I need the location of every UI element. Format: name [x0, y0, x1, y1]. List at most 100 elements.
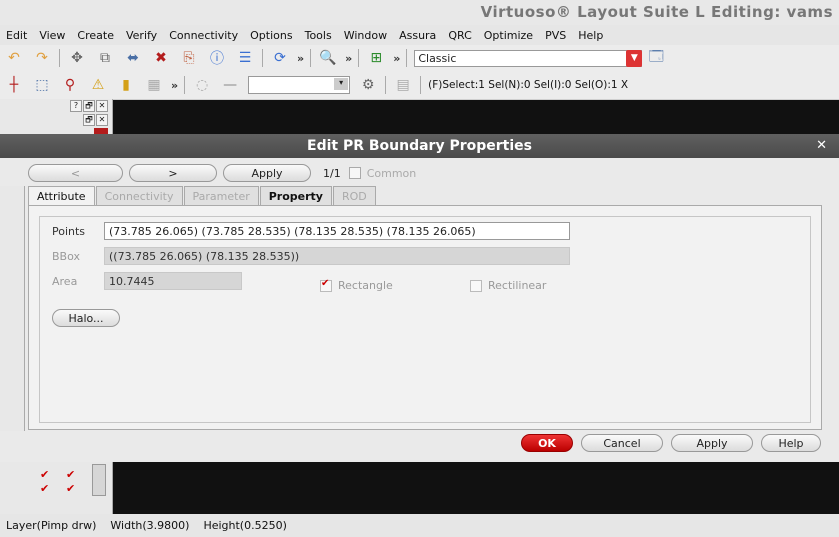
overflow-chevron-icon[interactable]: » [297, 52, 304, 65]
tab-property[interactable]: Property [259, 186, 332, 205]
probe-icon[interactable]: ⚲ [60, 76, 80, 94]
menu-assura[interactable]: Assura [393, 29, 442, 42]
help-button[interactable]: Help [761, 434, 821, 452]
close-icon[interactable]: ✕ [816, 138, 827, 153]
rectangle-label: Rectangle [338, 279, 393, 292]
common-checkbox[interactable] [348, 167, 361, 179]
tab-attribute[interactable]: Attribute [28, 186, 95, 205]
area-label: Area [52, 275, 78, 288]
area-value: 10.7445 [104, 272, 242, 290]
menu-help[interactable]: Help [572, 29, 609, 42]
left-dock-panel: ? 🗗 ✕ 🗗 ✕ [0, 99, 113, 134]
selectable-check-icon[interactable]: ✔ [66, 482, 78, 495]
window-title-bar: Virtuoso® Layout Suite L Editing: vams [0, 0, 839, 25]
warning-icon[interactable]: ⚠ [88, 76, 108, 94]
rename-icon[interactable]: ⎘ [179, 49, 199, 67]
points-field[interactable]: (73.785 26.065) (73.785 28.535) (78.135 … [104, 222, 570, 240]
tab-rod[interactable]: ROD [332, 186, 376, 205]
apply-nav-button[interactable]: Apply [223, 164, 311, 182]
workspace-select[interactable]: Classic ▼ [414, 49, 643, 67]
history-icon[interactable]: ⟳ [270, 49, 290, 67]
add-layer-icon[interactable]: ⊞ [366, 49, 386, 67]
align-icon[interactable]: ☰ [235, 49, 255, 67]
close-icon[interactable]: ✕ [96, 114, 108, 126]
checkbox-checked-icon [320, 278, 332, 292]
grid-view-icon[interactable]: ▤ [393, 76, 413, 94]
layer-search-input[interactable]: ▾ [248, 76, 351, 94]
bbox-label: BBox [52, 250, 80, 263]
info-icon[interactable]: ⓘ [207, 49, 227, 67]
copy-icon[interactable]: ⧉ [95, 49, 115, 67]
dialog-title-bar: Edit PR Boundary Properties ✕ [0, 134, 839, 158]
prev-button[interactable]: < [28, 164, 123, 182]
workspace-icon[interactable]: 🗔 [646, 49, 666, 67]
menu-edit[interactable]: Edit [0, 29, 33, 42]
palette-scrollbar[interactable] [92, 464, 106, 496]
separator [310, 49, 312, 67]
menu-optimize[interactable]: Optimize [478, 29, 539, 42]
dock-header: 🗗 ✕ [0, 113, 112, 127]
tab-connectivity[interactable]: Connectivity [95, 186, 183, 205]
visible-check-icon[interactable]: ✔ [40, 468, 52, 481]
separator [358, 49, 360, 67]
menu-create[interactable]: Create [71, 29, 120, 42]
object-navigation: < > Apply 1/1 Common [28, 164, 416, 182]
attribute-panel: Points (73.785 26.065) (73.785 28.535) (… [28, 205, 822, 430]
apply-button[interactable]: Apply [671, 434, 753, 452]
overflow-chevron-icon[interactable]: » [393, 52, 400, 65]
status-width: Width(3.9800) [110, 519, 190, 532]
separator [262, 49, 263, 67]
gear-icon[interactable]: ⚙ [358, 76, 378, 94]
overflow-chevron-icon[interactable]: » [171, 79, 178, 92]
separator [59, 49, 60, 67]
rectilinear-label: Rectilinear [488, 279, 547, 292]
float-icon[interactable]: 🗗 [83, 100, 95, 112]
cancel-button[interactable]: Cancel [581, 434, 663, 452]
selectable-check-icon[interactable]: ✔ [66, 468, 78, 481]
status-height: Height(0.5250) [203, 519, 287, 532]
snap-icon[interactable]: ◌ [192, 76, 212, 94]
menu-pvs[interactable]: PVS [539, 29, 572, 42]
menu-options[interactable]: Options [244, 29, 298, 42]
marker-icon[interactable]: ▮ [116, 76, 136, 94]
separator [385, 76, 387, 94]
undo-icon[interactable]: ↶ [4, 49, 24, 67]
help-icon[interactable]: ? [70, 100, 82, 112]
close-icon[interactable]: ✕ [96, 100, 108, 112]
toolbar-secondary: ┼ ⬚ ⚲ ⚠ ▮ ▦ » ◌ — ▾ ⚙ ▤ (F)Select:1 Sel(… [0, 71, 839, 100]
ok-button[interactable]: OK [521, 434, 573, 452]
selection-status: (F)Select:1 Sel(N):0 Sel(I):0 Sel(O):1 X [428, 79, 629, 91]
zoom-icon[interactable]: 🔍 [318, 49, 338, 67]
edit-pr-boundary-dialog: Edit PR Boundary Properties ✕ < > Apply … [0, 134, 839, 462]
grid-icon[interactable]: ▦ [144, 76, 164, 94]
menu-window[interactable]: Window [338, 29, 393, 42]
halo-button[interactable]: Halo... [52, 309, 120, 327]
chevron-down-icon[interactable]: ▾ [334, 78, 349, 90]
select-icon[interactable]: ⬚ [32, 76, 52, 94]
tab-parameter[interactable]: Parameter [183, 186, 259, 205]
dialog-title: Edit PR Boundary Properties [307, 138, 532, 154]
menu-verify[interactable]: Verify [120, 29, 163, 42]
move-icon[interactable]: ✥ [67, 49, 87, 67]
points-label: Points [52, 225, 86, 238]
redo-icon[interactable]: ↷ [32, 49, 52, 67]
menu-view[interactable]: View [33, 29, 71, 42]
stretch-icon[interactable]: ⬌ [123, 49, 143, 67]
separator [406, 49, 408, 67]
attribute-group: Points (73.785 26.065) (73.785 28.535) (… [39, 216, 811, 423]
rectilinear-checkbox[interactable]: Rectilinear [470, 279, 546, 292]
delete-icon[interactable]: ✖ [151, 49, 171, 67]
status-bar: Layer(Pimp drw) Width(3.9800) Height(0.5… [0, 514, 839, 537]
next-button[interactable]: > [129, 164, 217, 182]
toolbar-main: ↶ ↷ ✥ ⧉ ⬌ ✖ ⎘ ⓘ ☰ ⟳ » 🔍 » ⊞ » Classic ▼ … [0, 45, 839, 72]
float-icon[interactable]: 🗗 [83, 114, 95, 126]
line-icon[interactable]: — [220, 76, 240, 94]
overflow-chevron-icon[interactable]: » [345, 52, 352, 65]
rectangle-checkbox[interactable]: Rectangle [320, 278, 393, 292]
ruler-icon[interactable]: ┼ [4, 76, 24, 94]
chevron-down-icon[interactable]: ▼ [626, 49, 643, 67]
visible-check-icon[interactable]: ✔ [40, 482, 52, 495]
menu-tools[interactable]: Tools [299, 29, 338, 42]
menu-connectivity[interactable]: Connectivity [163, 29, 244, 42]
menu-qrc[interactable]: QRC [442, 29, 477, 42]
